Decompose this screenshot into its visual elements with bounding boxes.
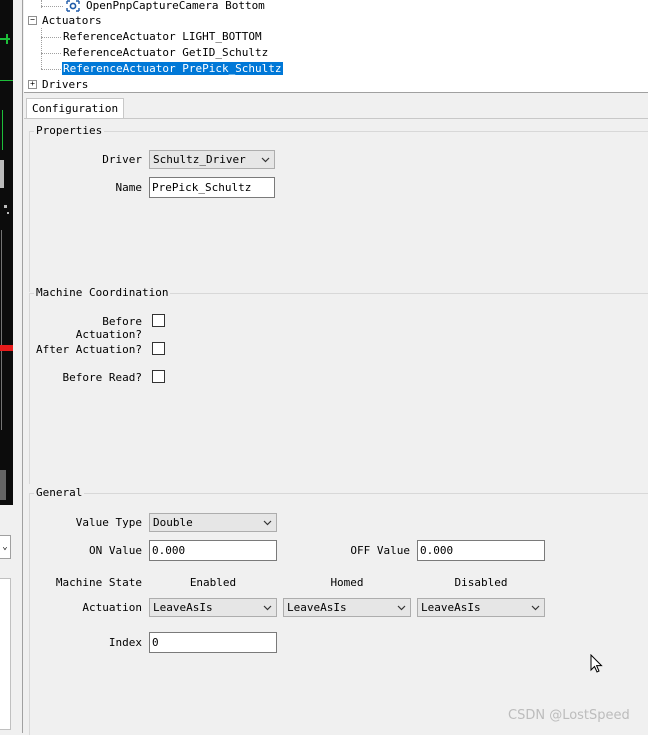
off-value-field-value: 0.000 <box>420 544 454 557</box>
tab-configuration[interactable]: Configuration <box>26 98 125 119</box>
value-type-label: Value Type <box>75 516 142 529</box>
after-actuation-checkbox[interactable] <box>152 342 165 355</box>
tree-item-label-selected: ReferenceActuator PrePick_Schultz <box>62 62 283 75</box>
tree-item-camera[interactable]: OpenPnpCaptureCamera Bottom <box>66 0 265 14</box>
on-value-label: ON Value <box>89 544 142 557</box>
left-list-panel <box>0 578 11 730</box>
chevron-down-icon[interactable]: ⌄ <box>0 535 11 559</box>
tree-item-label: ReferenceActuator LIGHT_BOTTOM <box>63 30 262 43</box>
before-actuation-checkbox[interactable] <box>152 314 165 327</box>
index-label: Index <box>108 636 142 649</box>
chevron-down-icon <box>397 605 406 611</box>
machine-coordination-title: Machine Coordination <box>34 286 171 299</box>
actuation-homed-select[interactable]: LeaveAsIs <box>283 598 411 617</box>
actuation-disabled-value: LeaveAsIs <box>421 601 481 614</box>
camera-view <box>0 0 13 505</box>
disabled-header: Disabled <box>454 576 508 589</box>
actuation-disabled-select[interactable]: LeaveAsIs <box>417 598 545 617</box>
enabled-header: Enabled <box>189 576 237 589</box>
tree-item-actuator-light-bottom[interactable]: ReferenceActuator LIGHT_BOTTOM <box>63 29 262 45</box>
actuation-label: Actuation <box>82 601 142 614</box>
mouse-cursor-icon <box>590 654 603 673</box>
off-value-label: OFF Value <box>350 544 410 557</box>
off-value-field[interactable]: 0.000 <box>417 540 545 561</box>
homed-header: Homed <box>330 576 364 589</box>
properties-title: Properties <box>34 124 105 137</box>
general-group: General Value Type Double ON Value 0.000… <box>29 486 648 735</box>
before-actuation-label: Before Actuation? <box>75 315 142 341</box>
driver-label: Driver <box>102 153 142 166</box>
chevron-down-icon <box>263 520 272 526</box>
chevron-down-icon <box>263 605 272 611</box>
expand-icon[interactable]: + <box>28 80 37 89</box>
value-type-select-value: Double <box>153 516 193 529</box>
tab-strip: Configuration <box>24 96 648 119</box>
chevron-down-icon <box>531 605 540 611</box>
actuation-homed-value: LeaveAsIs <box>287 601 347 614</box>
tree-item-drivers[interactable]: Drivers <box>42 77 89 92</box>
name-field[interactable]: PrePick_Schultz <box>149 177 275 198</box>
driver-select-value: Schultz_Driver <box>153 153 246 166</box>
index-field[interactable]: 0 <box>149 632 277 653</box>
camera-icon <box>66 0 80 12</box>
on-value-field[interactable]: 0.000 <box>149 540 277 561</box>
before-read-checkbox[interactable] <box>152 370 165 383</box>
tree-item-label: Drivers <box>42 78 89 91</box>
driver-select[interactable]: Schultz_Driver <box>149 150 275 169</box>
after-actuation-label: After Actuation? <box>36 343 142 356</box>
configuration-panel: Properties Driver Schultz_Driver Name Pr… <box>24 118 648 735</box>
index-field-value: 0 <box>152 636 159 649</box>
tree-item-label: Actuators <box>42 14 102 27</box>
actuation-enabled-select[interactable]: LeaveAsIs <box>149 598 277 617</box>
tree-item-label: ReferenceActuator GetID_Schultz <box>63 46 269 59</box>
collapse-icon[interactable]: − <box>28 16 37 25</box>
machine-tree: OpenPnpCaptureCamera Bottom − Actuators … <box>24 0 648 93</box>
tree-item-actuator-getid[interactable]: ReferenceActuator GetID_Schultz <box>63 45 268 61</box>
machine-state-label: Machine State <box>55 576 142 589</box>
actuation-enabled-value: LeaveAsIs <box>153 601 213 614</box>
left-panel-edge: ⌄ <box>0 0 23 733</box>
name-field-value: PrePick_Schultz <box>152 181 252 194</box>
properties-group: Properties Driver Schultz_Driver Name Pr… <box>29 124 648 292</box>
value-type-select[interactable]: Double <box>149 513 277 532</box>
general-title: General <box>34 486 85 499</box>
before-read-label: Before Read? <box>62 371 142 384</box>
name-label: Name <box>115 181 143 194</box>
on-value-field-value: 0.000 <box>152 544 186 557</box>
watermark: CSDN @LostSpeed <box>508 708 630 723</box>
machine-coordination-group: Machine Coordination Before Actuation? A… <box>29 286 648 484</box>
tree-item-actuators[interactable]: Actuators <box>42 13 102 29</box>
tree-item-actuator-prepick[interactable]: ReferenceActuator PrePick_Schultz <box>62 61 283 77</box>
tree-item-label: OpenPnpCaptureCamera Bottom <box>86 0 265 12</box>
chevron-down-icon <box>261 157 270 163</box>
